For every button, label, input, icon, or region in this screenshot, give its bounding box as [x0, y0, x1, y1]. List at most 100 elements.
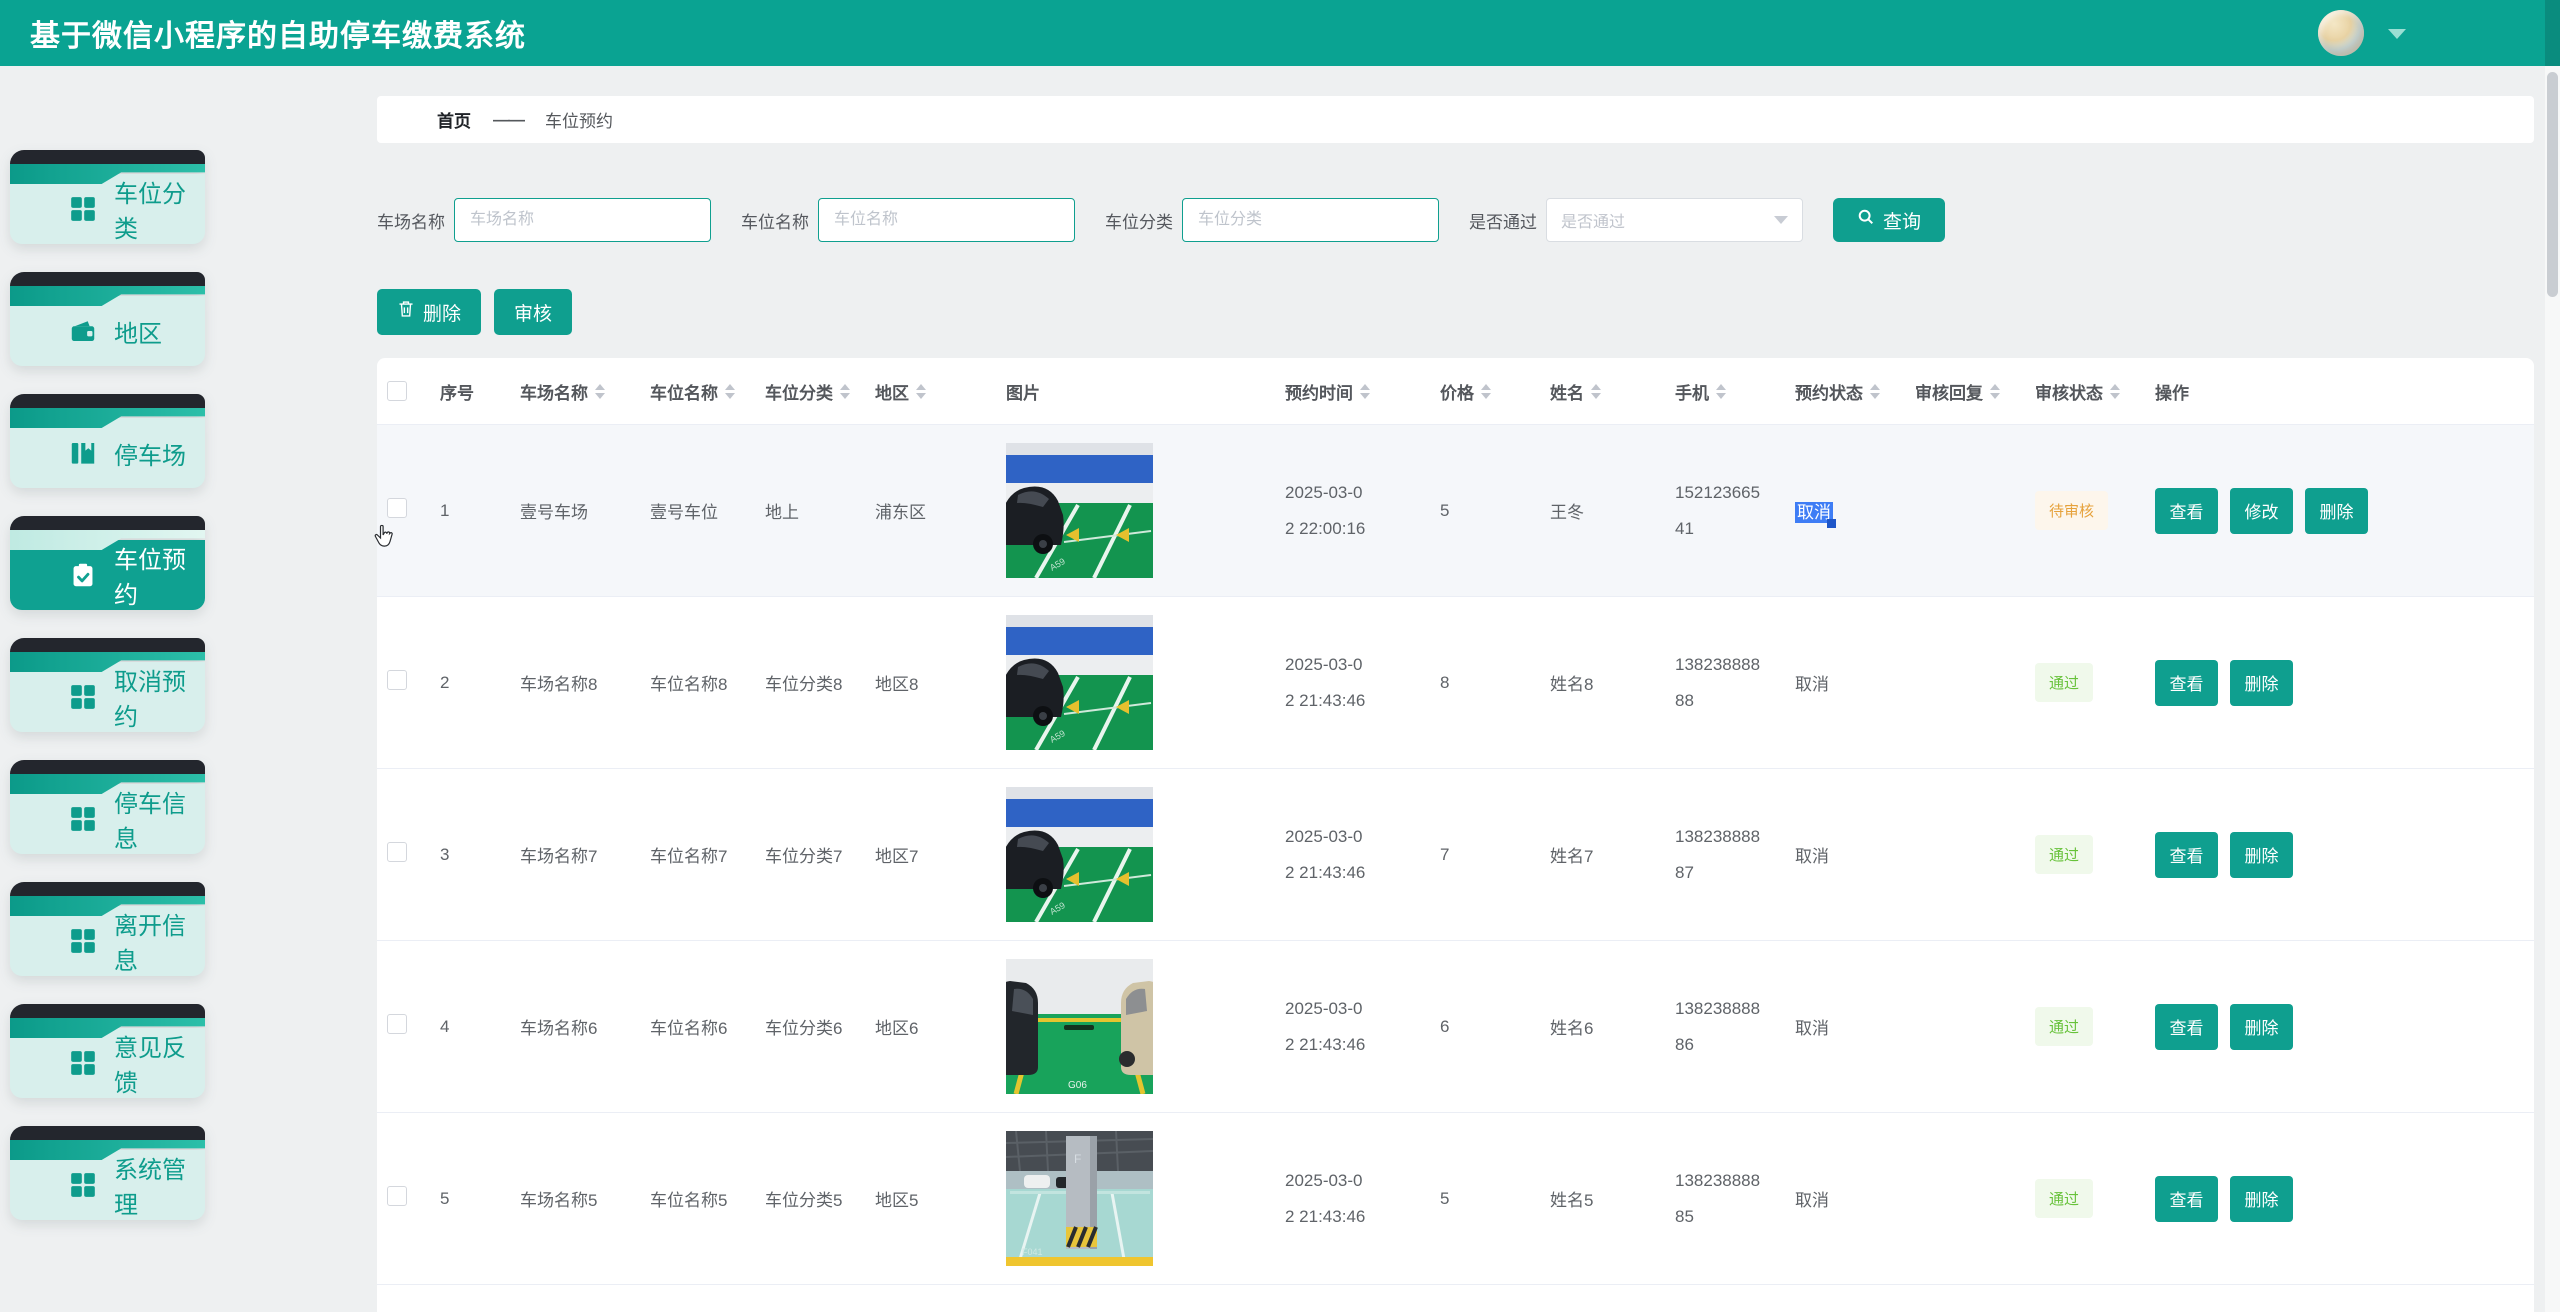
category-cell: 地上 — [755, 498, 865, 523]
garage-black-car-photo[interactable]: A59 — [1006, 787, 1153, 922]
breadcrumb-home[interactable]: 首页 — [437, 107, 471, 132]
delete-button[interactable]: 删除 — [2230, 660, 2293, 706]
column-header-reserve_status[interactable]: 预约状态 — [1785, 379, 1905, 404]
sidebar-item-region[interactable]: 地区 — [10, 272, 205, 366]
delete-button[interactable]: 删除 — [2305, 488, 2368, 534]
sort-carets-icon[interactable] — [1360, 384, 1370, 399]
search-button[interactable]: 查询 — [1833, 198, 1945, 242]
category-value: 地上 — [765, 498, 799, 523]
category-value: 车位分类7 — [765, 842, 842, 867]
name-cell: 姓名5 — [1540, 1186, 1665, 1211]
lot-cell: 车场名称7 — [510, 842, 640, 867]
sort-carets-icon[interactable] — [1990, 384, 2000, 399]
filter-input-lot-name[interactable] — [454, 198, 711, 242]
garage-two-cars-photo[interactable]: G06 — [1006, 959, 1153, 1094]
phone-value: 13823888888 — [1675, 647, 1763, 718]
filter-input-space-category[interactable] — [1182, 198, 1439, 242]
name-value: 姓名7 — [1550, 842, 1593, 867]
column-header-time[interactable]: 预约时间 — [1275, 379, 1430, 404]
column-header-actions: 操作 — [2145, 379, 2534, 404]
column-header-audit_status[interactable]: 审核状态 — [2025, 379, 2145, 404]
delete-button[interactable]: 删除 — [2230, 1004, 2293, 1050]
category-cell: 车位分类7 — [755, 842, 865, 867]
view-button[interactable]: 查看 — [2155, 832, 2218, 878]
sidebar-item-label: 取消预约 — [114, 662, 205, 732]
user-menu-caret-icon[interactable] — [2388, 29, 2406, 39]
sort-carets-icon[interactable] — [1870, 384, 1880, 399]
filter-input-space-name[interactable] — [818, 198, 1075, 242]
page-scrollbar[interactable] — [2545, 0, 2560, 1312]
row-checkbox[interactable] — [387, 842, 407, 862]
edit-button[interactable]: 修改 — [2230, 488, 2293, 534]
filter-label-space-name: 车位名称 — [741, 208, 809, 233]
sort-carets-icon[interactable] — [916, 384, 926, 399]
sidebar-item-top-strip — [10, 882, 205, 897]
delete-button[interactable]: 删除 — [377, 289, 481, 335]
select-all-checkbox[interactable] — [387, 381, 407, 401]
sort-carets-icon[interactable] — [595, 384, 605, 399]
sort-carets-icon[interactable] — [2110, 384, 2120, 399]
audit-status-cell: 待审核 — [2025, 491, 2145, 530]
scrollbar-track-header — [2545, 0, 2560, 66]
view-button[interactable]: 查看 — [2155, 488, 2218, 534]
column-header-price[interactable]: 价格 — [1430, 379, 1540, 404]
filter-select-pass-status[interactable]: 是否通过 — [1546, 198, 1803, 242]
sort-carets-icon[interactable] — [725, 384, 735, 399]
audit-status-cell: 通过 — [2025, 1179, 2145, 1218]
region-cell: 地区8 — [865, 670, 990, 695]
sidebar-item-cancel-reservation[interactable]: 取消预约 — [10, 638, 205, 732]
sidebar-item-label: 车位分类 — [114, 174, 205, 244]
audit-button[interactable]: 审核 — [494, 289, 572, 335]
sidebar-item-label: 离开信息 — [114, 906, 205, 976]
name-value: 姓名8 — [1550, 670, 1593, 695]
sidebar-item-parking-info[interactable]: 停车信息 — [10, 760, 205, 854]
sidebar-item-body: 离开信息 — [10, 906, 205, 976]
sidebar-item-leave-info[interactable]: 离开信息 — [10, 882, 205, 976]
sidebar-item-system-management[interactable]: 系统管理 — [10, 1126, 205, 1220]
row-checkbox[interactable] — [387, 1186, 407, 1206]
sort-carets-icon[interactable] — [1481, 384, 1491, 399]
delete-button[interactable]: 删除 — [2230, 832, 2293, 878]
book-icon — [70, 440, 96, 466]
select-placeholder: 是否通过 — [1561, 208, 1625, 232]
name-value: 姓名5 — [1550, 1186, 1593, 1211]
sidebar-item-space-reservation[interactable]: 车位预约 — [10, 516, 205, 610]
table-row: 4车场名称6车位名称6车位分类6地区6 G06 2025-03-02 21:43… — [377, 941, 2534, 1113]
sidebar-item-space-category[interactable]: 车位分类 — [10, 150, 205, 244]
sidebar-item-feedback[interactable]: 意见反馈 — [10, 1004, 205, 1098]
sort-carets-icon[interactable] — [1591, 384, 1601, 399]
row-checkbox[interactable] — [387, 1014, 407, 1034]
table-row: 5车场名称5车位名称5车位分类5地区5 F F041 2025-03-02 21… — [377, 1113, 2534, 1285]
column-header-label: 姓名 — [1550, 379, 1584, 404]
column-header-lot[interactable]: 车场名称 — [510, 379, 640, 404]
sidebar-item-parking-lot[interactable]: 停车场 — [10, 394, 205, 488]
column-header-label: 序号 — [440, 379, 474, 404]
column-header-phone[interactable]: 手机 — [1665, 379, 1785, 404]
row-checkbox[interactable] — [387, 670, 407, 690]
view-button[interactable]: 查看 — [2155, 1176, 2218, 1222]
index-cell: 4 — [430, 1017, 510, 1037]
delete-button[interactable]: 删除 — [2230, 1176, 2293, 1222]
garage-pillar-photo[interactable]: F F041 — [1006, 1131, 1153, 1266]
price-value: 5 — [1440, 1189, 1449, 1209]
phone-cell: 13823888887 — [1665, 819, 1785, 890]
sidebar-item-label: 停车信息 — [114, 784, 205, 854]
sidebar-item-top-strip — [10, 638, 205, 653]
view-button[interactable]: 查看 — [2155, 1004, 2218, 1050]
garage-black-car-photo[interactable]: A59 — [1006, 615, 1153, 750]
phone-cell: 15212366541 — [1665, 475, 1785, 546]
column-header-region[interactable]: 地区 — [865, 379, 990, 404]
garage-black-car-photo[interactable]: A59 — [1006, 443, 1153, 578]
column-header-space[interactable]: 车位名称 — [640, 379, 755, 404]
sort-carets-icon[interactable] — [1716, 384, 1726, 399]
scrollbar-thumb[interactable] — [2547, 72, 2558, 297]
column-header-category[interactable]: 车位分类 — [755, 379, 865, 404]
column-header-label: 审核状态 — [2035, 379, 2103, 404]
search-button-label: 查询 — [1883, 207, 1921, 234]
column-header-name[interactable]: 姓名 — [1540, 379, 1665, 404]
sort-carets-icon[interactable] — [840, 384, 850, 399]
user-avatar[interactable] — [2318, 10, 2364, 56]
row-checkbox[interactable] — [387, 498, 407, 518]
view-button[interactable]: 查看 — [2155, 660, 2218, 706]
column-header-audit_reply[interactable]: 审核回复 — [1905, 379, 2025, 404]
